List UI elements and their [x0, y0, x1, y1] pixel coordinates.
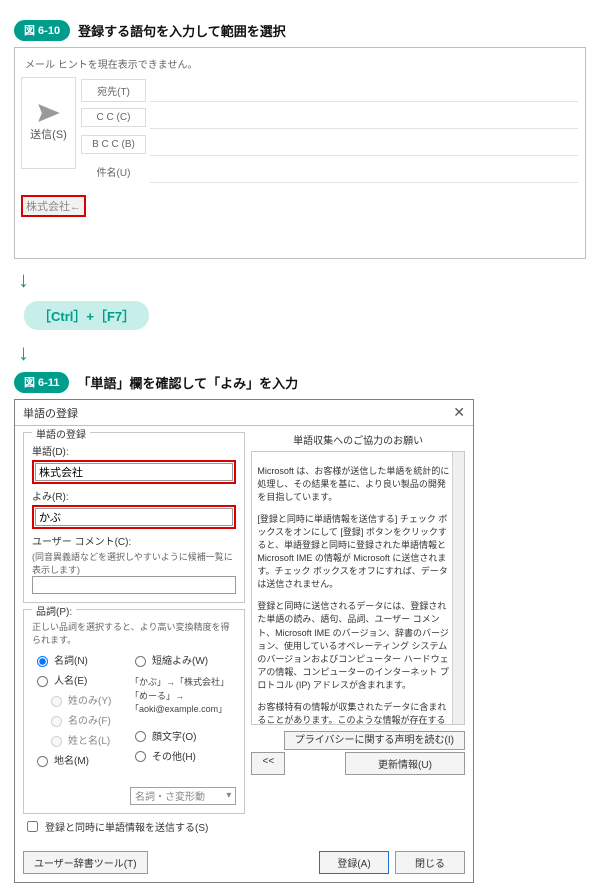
send-button[interactable]: 送信(S) — [21, 77, 76, 169]
send-info-checkbox[interactable]: 登録と同時に単語情報を送信する(S) — [23, 818, 245, 835]
message-body[interactable]: 株式会社← — [21, 195, 579, 217]
comment-hint: (同音異義語などを選択しやすいように候補一覧に表示します) — [32, 550, 236, 576]
figure-6-10-caption: 図 6-10 登録する語句を入力して範囲を選択 — [14, 20, 586, 41]
radio-sei[interactable]: 姓のみ(Y) — [46, 692, 112, 707]
cc-label-button[interactable]: C C (C) — [81, 108, 146, 127]
user-dict-tool-button[interactable]: ユーザー辞書ツール(T) — [23, 851, 148, 874]
selected-word-highlight: 株式会社← — [21, 195, 86, 217]
close-icon[interactable]: ✕ — [453, 404, 465, 421]
comment-label: ユーザー コメント(C): — [32, 533, 236, 548]
bcc-input[interactable] — [150, 134, 578, 156]
radio-meishi[interactable]: 名詞(N) — [32, 652, 112, 667]
collapse-button[interactable]: << — [251, 752, 285, 775]
other-hinshi-select[interactable]: 名詞・さ変形動 ▾ — [130, 787, 236, 805]
figure-title-2: 「単語」欄を確認して「よみ」を入力 — [77, 373, 298, 392]
send-icon — [38, 104, 60, 122]
word-register-group: 単語の登録 単語(D): よみ(R): ユーザー コメント(C): (同音異義語… — [23, 432, 245, 603]
to-label-button[interactable]: 宛先(T) — [81, 79, 146, 102]
down-arrow-1: ↓ — [18, 269, 586, 291]
radio-jinmei[interactable]: 人名(E) — [32, 672, 112, 687]
figure-label-pill-2: 図 6-11 — [14, 372, 69, 393]
bcc-label-button[interactable]: B C C (B) — [81, 135, 146, 154]
word-input[interactable] — [35, 463, 233, 481]
close-button[interactable]: 閉じる — [395, 851, 465, 874]
scrollbar[interactable] — [452, 452, 464, 724]
dialog-titlebar: 単語の登録 ✕ — [15, 400, 473, 426]
radio-kaomoji[interactable]: 顔文字(O) — [130, 728, 236, 743]
privacy-statement-button[interactable]: プライバシーに関する声明を読む(I) — [284, 731, 465, 750]
right-panel-text: Microsoft は、お客様が送信した単語を統計的に処理し、その結果を基に、よ… — [251, 451, 465, 725]
yomi-input[interactable] — [35, 508, 233, 526]
radio-sonota[interactable]: その他(H) — [130, 748, 236, 763]
outlook-compose-window: メール ヒントを現在表示できません。 送信(S) 宛先(T) C C (C) B… — [14, 47, 586, 259]
mail-hint-row: メール ヒントを現在表示できません。 — [21, 54, 579, 73]
dialog-title: 単語の登録 — [23, 405, 78, 421]
figure-label-pill: 図 6-10 — [14, 20, 70, 41]
comment-input[interactable] — [32, 576, 236, 594]
word-field-highlight — [32, 460, 236, 484]
figure-title: 登録する語句を入力して範囲を選択 — [78, 21, 286, 40]
radio-mei[interactable]: 名のみ(F) — [46, 712, 112, 727]
group-title: 単語の登録 — [32, 426, 90, 441]
update-info-button[interactable]: 更新情報(U) — [345, 752, 465, 775]
radio-tanshuku[interactable]: 短縮よみ(W) — [130, 652, 236, 667]
chevron-down-icon: ▾ — [226, 790, 231, 801]
hinshi-title: 品詞(P): — [32, 603, 76, 618]
figure-6-11-caption: 図 6-11 「単語」欄を確認して「よみ」を入力 — [14, 372, 586, 393]
radio-seimei[interactable]: 姓と名(L) — [46, 732, 112, 747]
to-input[interactable] — [150, 80, 578, 102]
subject-label: 件名(U) — [81, 161, 146, 182]
dialog-footer: ユーザー辞書ツール(T) 登録(A) 閉じる — [15, 843, 473, 882]
key-combo-hint: ［Ctrl］+［F7］ — [24, 301, 149, 330]
conversion-examples: 「かぶ」→「株式会社」 「めーる」→「aoki@example.com」 — [130, 676, 236, 717]
cc-input[interactable] — [150, 107, 578, 129]
ime-register-dialog: 単語の登録 ✕ 単語の登録 単語(D): よみ(R): ユーザー コメント(C)… — [14, 399, 474, 883]
yomi-label: よみ(R): — [32, 488, 236, 503]
right-panel-title: 単語収集へのご協力のお願い — [251, 432, 465, 447]
word-label: 単語(D): — [32, 443, 236, 458]
hinshi-group: 品詞(P): 正しい品詞を選択すると、より高い変換精度を得られます。 名詞(N)… — [23, 609, 245, 814]
yomi-field-highlight — [32, 505, 236, 529]
radio-chimei[interactable]: 地名(M) — [32, 752, 112, 767]
send-label: 送信(S) — [30, 126, 67, 142]
down-arrow-2: ↓ — [18, 342, 586, 364]
hinshi-hint: 正しい品詞を選択すると、より高い変換精度を得られます。 — [32, 620, 236, 646]
subject-input[interactable] — [150, 161, 578, 183]
register-button[interactable]: 登録(A) — [319, 851, 389, 874]
